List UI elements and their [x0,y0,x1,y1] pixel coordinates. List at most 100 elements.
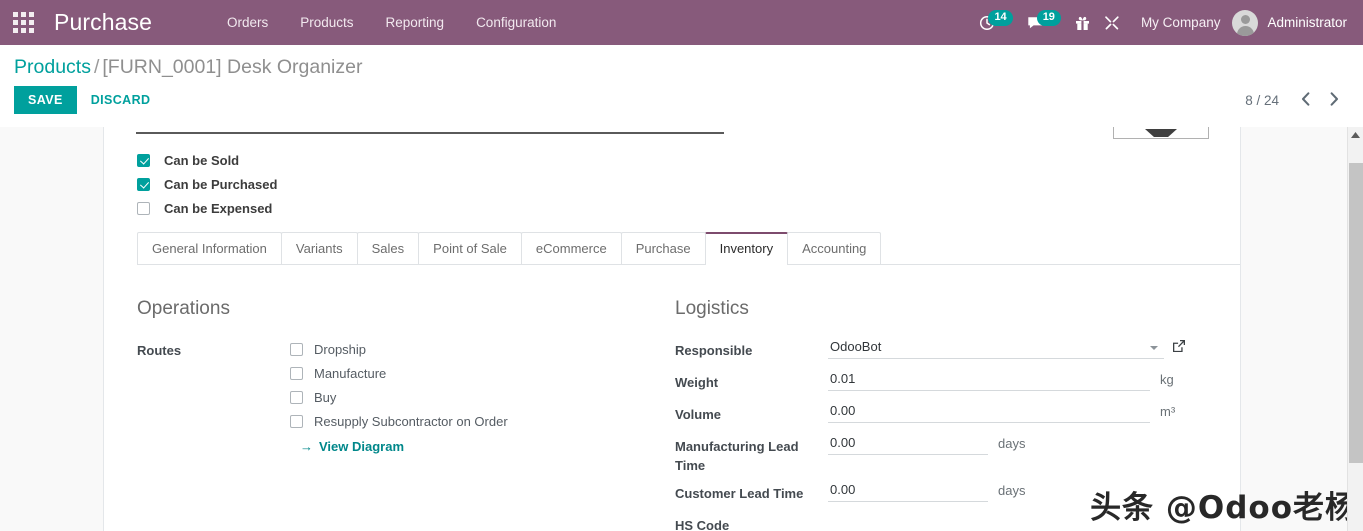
apps-menu-button[interactable] [0,0,46,45]
tab-variants[interactable]: Variants [280,232,358,264]
routes-checkbox-list: Dropship Manufacture Buy Resupply Subcon… [290,336,508,456]
route-buy-label: Buy [314,389,337,405]
pager: 8 / 24 [1245,90,1349,111]
systray: 14 19 My Company Administrator [972,0,1363,45]
scrollbar-thumb[interactable] [1349,163,1363,463]
responsible-input[interactable] [828,336,1164,359]
customer-lead-time-label: Customer Lead Time [675,486,804,501]
can-be-purchased-checkbox[interactable] [137,177,150,191]
menu-item-configuration[interactable]: Configuration [460,2,572,44]
tab-accounting[interactable]: Accounting [787,232,882,264]
tab-inventory[interactable]: Inventory [704,232,789,265]
route-manufacture-label: Manufacture [314,365,387,381]
route-resupply-subcontractor[interactable]: Resupply Subcontractor on Order [290,409,508,433]
save-button[interactable]: SAVE [14,86,77,114]
route-resupply-subcontractor-checkbox[interactable] [290,414,303,428]
weight-label: Weight [675,375,719,390]
scroll-up-button[interactable] [1348,127,1363,143]
tab-sales[interactable]: Sales [356,232,420,264]
company-switcher[interactable]: My Company [1127,15,1233,30]
external-link-icon[interactable] [1172,339,1186,358]
app-brand[interactable]: Purchase [46,9,158,36]
route-manufacture[interactable]: Manufacture [290,361,508,385]
menu-item-reporting[interactable]: Reporting [370,2,461,44]
control-panel: Products / [FURN_0001] Desk Organizer SAVE… [0,45,1363,127]
routes-label: Routes [137,343,182,358]
tools-icon [1104,15,1120,31]
manufacturing-lead-time-field: Manufacturing Lead Time days [675,432,1181,475]
route-resupply-subcontractor-label: Resupply Subcontractor on Order [314,413,508,429]
customer-lead-time-input[interactable] [828,479,988,502]
weight-field: Weight kg [675,368,1181,396]
menu-item-products[interactable]: Products [284,2,369,44]
messages-button[interactable]: 19 [1020,0,1068,45]
pager-next-button[interactable] [1320,90,1349,111]
product-flags: Can be Sold Can be Purchased Can be Expe… [104,143,1240,220]
avatar [1232,9,1259,36]
manufacturing-lead-time-input[interactable] [828,432,988,455]
gift-button[interactable] [1068,0,1097,45]
discard-button[interactable]: DISCARD [77,86,165,114]
manufacturing-lead-time-label: Manufacturing Lead Time [675,439,799,473]
can-be-expensed-checkbox[interactable] [137,201,150,215]
volume-unit: m³ [1160,404,1176,419]
main-menu: Orders Products Reporting Configuration [211,2,572,44]
flag-can-be-sold[interactable]: Can be Sold [137,148,1240,172]
can-be-expensed-label: Can be Expensed [164,200,273,216]
operations-group: Operations Routes Dropship Manufacture B… [137,298,672,531]
messages-count-badge: 19 [1036,10,1061,26]
tab-ecommerce[interactable]: eCommerce [520,232,622,264]
weight-unit: kg [1160,372,1174,387]
route-buy-checkbox[interactable] [290,390,303,404]
can-be-sold-label: Can be Sold [164,152,240,168]
chevron-right-icon [1330,91,1338,106]
activities-count-badge: 14 [988,10,1013,26]
chevron-down-icon[interactable] [1150,346,1158,350]
responsible-label: Responsible [675,343,753,358]
weight-input[interactable] [828,368,1150,391]
user-menu[interactable]: Administrator [1232,9,1351,36]
hs-code-label: HS Code [675,518,730,531]
responsible-field: Responsible [675,336,1185,364]
breadcrumb-current: [FURN_0001] Desk Organizer [102,56,363,78]
gift-icon [1075,15,1090,31]
flag-can-be-expensed[interactable]: Can be Expensed [137,196,1240,220]
tab-point-of-sale[interactable]: Point of Sale [418,232,522,264]
route-manufacture-checkbox[interactable] [290,366,303,380]
logistics-title: Logistics [675,298,749,319]
product-image-placeholder[interactable] [1113,127,1209,139]
arrow-right-icon: → [300,439,313,454]
volume-input[interactable] [828,400,1150,423]
inventory-tab-page: Operations Routes Dropship Manufacture B… [104,265,1240,531]
operations-title: Operations [137,298,230,319]
can-be-sold-checkbox[interactable] [137,153,150,167]
tab-purchase[interactable]: Purchase [620,232,706,264]
vertical-scrollbar[interactable] [1347,127,1363,531]
volume-field: Volume m³ [675,400,1181,428]
pager-previous-button[interactable] [1291,90,1320,111]
route-dropship-checkbox[interactable] [290,342,303,356]
pager-count: 8 / 24 [1245,92,1279,108]
notebook-tabs: General Information Variants Sales Point… [137,232,1240,265]
view-diagram-link[interactable]: → View Diagram [300,439,404,454]
breadcrumb-separator: / [93,56,100,78]
tab-general-information[interactable]: General Information [137,232,282,264]
breadcrumb-products-link[interactable]: Products [14,56,91,78]
route-dropship-label: Dropship [314,341,367,357]
route-buy[interactable]: Buy [290,385,508,409]
control-panel-buttons: SAVE DISCARD 8 / 24 [14,86,1349,114]
top-navbar: Purchase Orders Products Reporting Confi… [0,0,1363,45]
activities-button[interactable]: 14 [972,0,1019,45]
debug-tools-button[interactable] [1097,0,1127,45]
menu-item-orders[interactable]: Orders [211,2,284,44]
product-name-underline [136,132,724,134]
caret-up-icon [1351,132,1360,138]
cut-off-header [104,127,1240,143]
form-sheet: Can be Sold Can be Purchased Can be Expe… [103,127,1241,531]
volume-label: Volume [675,407,721,422]
apps-grid-icon [12,12,34,33]
can-be-purchased-label: Can be Purchased [164,176,278,192]
flag-can-be-purchased[interactable]: Can be Purchased [137,172,1240,196]
watermark: 头条 @Odoo老杨 [1090,490,1357,526]
route-dropship[interactable]: Dropship [290,337,508,361]
